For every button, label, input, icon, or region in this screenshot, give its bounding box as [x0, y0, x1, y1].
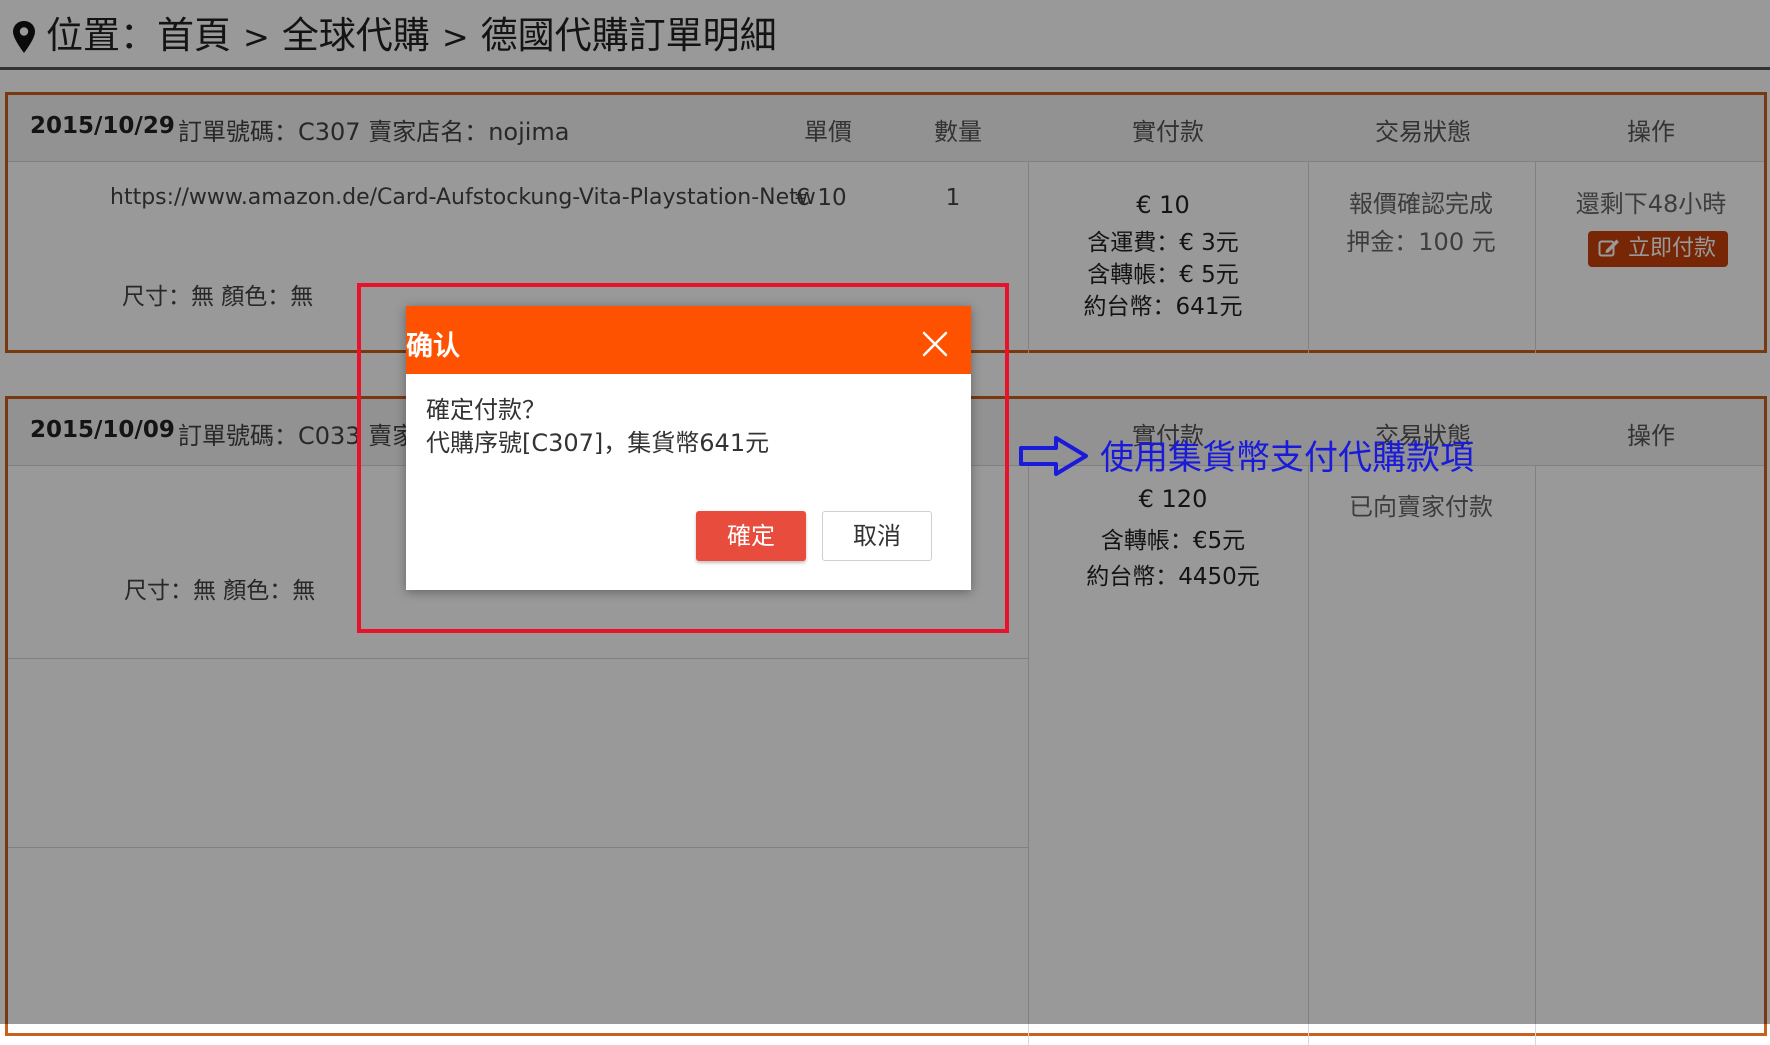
close-icon[interactable]: [922, 331, 948, 357]
annotation-text: 使用集貨幣支付代購款項: [1100, 438, 1474, 478]
confirm-dialog: 确认 確定付款？ 代購序號[C307]，集貨幣641元 確定 取消: [406, 306, 971, 590]
dialog-title: 确认: [406, 331, 460, 362]
cancel-button[interactable]: 取消: [822, 511, 932, 561]
confirm-button[interactable]: 確定: [696, 511, 806, 561]
dialog-header: 确认: [406, 306, 971, 374]
dialog-message-line: 代購序號[C307]，集貨幣641元: [426, 429, 770, 457]
dialog-message: 確定付款？ 代購序號[C307]，集貨幣641元: [426, 394, 769, 460]
arrow-right-icon: [1019, 436, 1088, 476]
dialog-message-line: 確定付款？: [426, 396, 546, 424]
